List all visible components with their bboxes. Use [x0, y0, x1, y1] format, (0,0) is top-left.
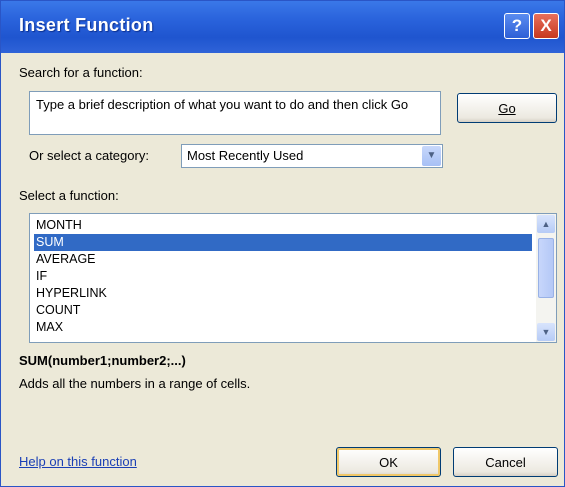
- help-on-function-link[interactable]: Help on this function: [19, 454, 137, 469]
- function-item-if[interactable]: IF: [34, 268, 532, 285]
- window-title: Insert Function: [19, 15, 154, 35]
- title-bar[interactable]: Insert Function ? X: [1, 1, 564, 53]
- cancel-button-label: Cancel: [485, 454, 526, 470]
- scrollbar-thumb[interactable]: [538, 238, 554, 298]
- function-item-count[interactable]: COUNT: [34, 302, 532, 319]
- scroll-up-icon[interactable]: ▲: [537, 215, 555, 233]
- function-list-label: Select a function:: [19, 188, 119, 203]
- function-syntax: SUM(number1;number2;...): [19, 353, 186, 368]
- function-item-sum[interactable]: SUM: [34, 234, 532, 251]
- function-list[interactable]: MONTH SUM AVERAGE IF HYPERLINK COUNT MAX…: [29, 213, 557, 343]
- search-label: Search for a function:: [19, 65, 143, 80]
- ok-button-label: OK: [379, 454, 398, 470]
- function-list-scrollbar[interactable]: ▲ ▼: [536, 214, 556, 342]
- go-button[interactable]: Go: [457, 93, 557, 123]
- help-button[interactable]: ?: [504, 13, 530, 39]
- function-item-max[interactable]: MAX: [34, 319, 532, 336]
- ok-button[interactable]: OK: [336, 447, 441, 477]
- search-input[interactable]: Type a brief description of what you wan…: [29, 91, 441, 135]
- category-select[interactable]: Most Recently Used ▼: [181, 144, 443, 168]
- chevron-down-icon[interactable]: ▼: [422, 146, 441, 166]
- function-description: Adds all the numbers in a range of cells…: [19, 376, 251, 391]
- category-selected-value: Most Recently Used: [187, 148, 304, 163]
- function-item-month[interactable]: MONTH: [34, 217, 532, 234]
- go-button-label: Go: [498, 100, 516, 116]
- cancel-button[interactable]: Cancel: [453, 447, 558, 477]
- close-button[interactable]: X: [533, 13, 559, 39]
- insert-function-dialog: Insert Function ? X Search for a functio…: [0, 0, 565, 487]
- function-item-average[interactable]: AVERAGE: [34, 251, 532, 268]
- scroll-down-icon[interactable]: ▼: [537, 323, 555, 341]
- category-label: Or select a category:: [29, 148, 149, 163]
- function-item-hyperlink[interactable]: HYPERLINK: [34, 285, 532, 302]
